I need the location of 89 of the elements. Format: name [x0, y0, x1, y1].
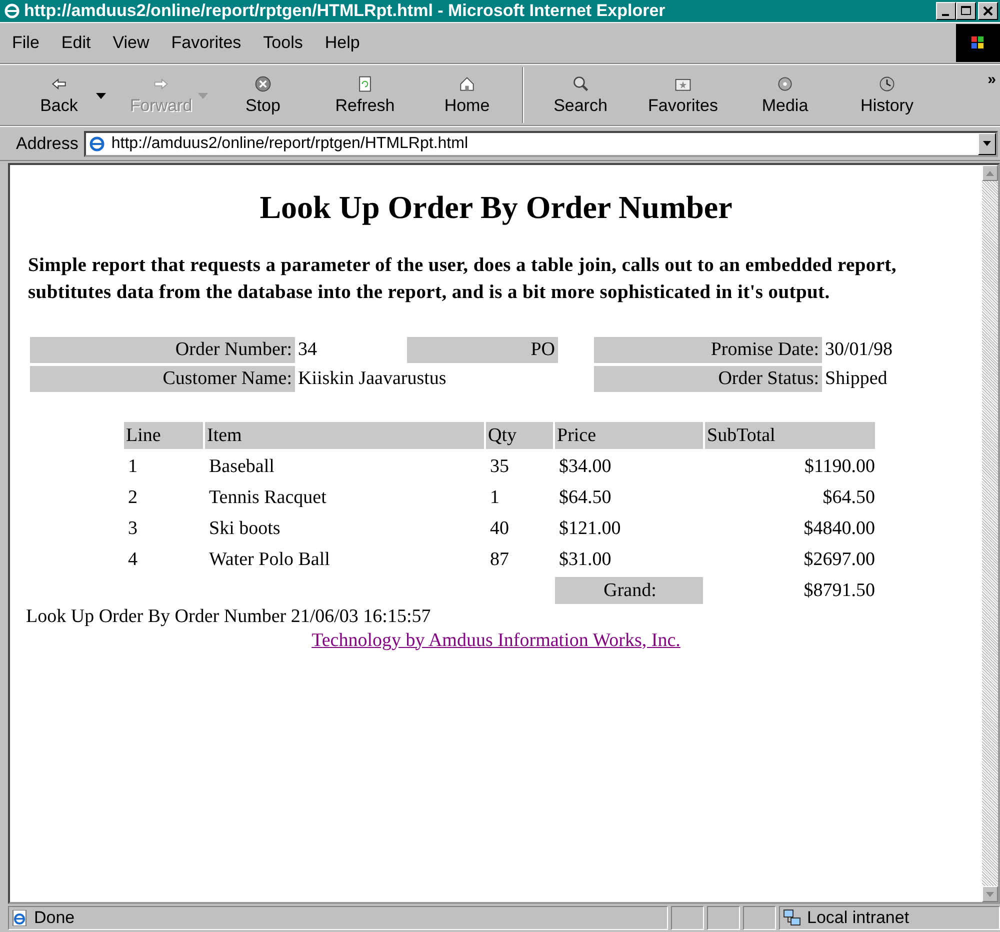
caret-icon: [96, 93, 106, 99]
status-pane: [707, 906, 740, 930]
report-description: Simple report that requests a parameter of the user, does a table join, calls out to an embedded report, subtitutes data from the database into the report, and is a bit more sophisticated in it's output.: [28, 254, 898, 306]
media-icon: [776, 74, 794, 92]
minimize-icon: [942, 14, 948, 16]
scroll-down-button[interactable]: [982, 886, 998, 902]
table-cell-text: 87: [489, 548, 510, 572]
caret-icon: [983, 141, 991, 146]
toolbar-button[interactable]: History: [836, 67, 938, 123]
grand-total-value: $8791.50: [802, 578, 876, 603]
menu-item[interactable]: File: [12, 33, 40, 53]
toolbar-button[interactable]: Refresh: [314, 67, 416, 123]
report-footer: Look Up Order By Order Number 21/06/03 16:15:57: [26, 606, 968, 628]
caret-icon: [198, 93, 208, 99]
address-label: Address: [16, 134, 78, 154]
column-header: SubTotal: [705, 422, 875, 449]
page-icon: [89, 136, 106, 152]
up-arrow-icon: [986, 170, 994, 176]
table-cell-text: Baseball: [208, 454, 276, 479]
close-button[interactable]: [978, 2, 998, 20]
table-cell-text: $2697.00: [802, 548, 876, 572]
toolbar-button[interactable]: Home: [416, 67, 518, 123]
search-icon: [572, 74, 590, 92]
toolbar-button[interactable]: Stop: [212, 67, 314, 123]
toolbar-button[interactable]: Back: [8, 67, 110, 123]
home-icon: [458, 74, 476, 92]
table-cell-text: 2: [127, 486, 138, 510]
refresh-icon: [356, 74, 374, 92]
field-label: Promise Date:: [594, 336, 822, 363]
field-value: Shipped: [824, 366, 888, 391]
table-cell-text: $31.00: [558, 548, 612, 572]
menu-item[interactable]: Favorites: [171, 33, 242, 53]
toolbar-button[interactable]: Search: [522, 67, 632, 123]
status-pane: [671, 906, 704, 930]
security-zone: Local intranet: [807, 908, 910, 928]
table-cell-text: $34.00: [558, 454, 612, 479]
table-cell-text: $64.50: [822, 486, 876, 510]
table-cell-text: Water Polo Ball: [208, 548, 331, 572]
dropdown-button[interactable]: [978, 132, 996, 154]
table-cell-text: Ski boots: [208, 516, 282, 541]
menu-item[interactable]: Edit: [61, 33, 91, 53]
column-header: Line: [124, 422, 203, 449]
menu-item[interactable]: View: [112, 33, 150, 53]
field-label: Order Status:: [594, 366, 822, 392]
column-header: Item: [205, 422, 484, 449]
menu-item[interactable]: Tools: [263, 33, 303, 53]
table-cell-text: $121.00: [558, 516, 622, 541]
field-label: PO: [407, 336, 558, 363]
down-arrow-icon: [986, 892, 994, 896]
field-value: Kiiskin Jaavarustus: [297, 366, 448, 391]
field-label: Order Number:: [30, 336, 295, 363]
close-icon: [982, 5, 994, 17]
address-field[interactable]: http://amduus2/online/report/rptgen/HTMLRpt.html: [84, 130, 998, 156]
grand-total-label: Grand:: [555, 576, 703, 604]
status-pane: [743, 906, 776, 930]
table-cell-text: 1: [127, 454, 138, 479]
history-icon: [878, 74, 896, 92]
network-icon: [783, 909, 801, 927]
report-heading: Look Up Order By Order Number: [258, 189, 734, 226]
table-cell-text: $4840.00: [802, 516, 876, 541]
menu-item[interactable]: Help: [324, 33, 360, 53]
table-cell-text: $1190.00: [803, 454, 876, 479]
browser-icon: [4, 3, 20, 19]
table-cell-text: Tennis Racquet: [208, 486, 328, 510]
maximize-icon: [960, 5, 972, 17]
table-cell-text: 35: [489, 454, 510, 479]
toolbar-button[interactable]: Media: [734, 67, 836, 123]
table-cell-text: 40: [489, 516, 510, 541]
page-icon: [12, 910, 28, 926]
windows-logo-icon: [956, 24, 1000, 62]
field-label: Customer Name:: [30, 366, 295, 392]
scroll-up-button[interactable]: [982, 165, 998, 181]
field-value: 34: [297, 338, 318, 362]
table-cell-text: 3: [127, 516, 138, 541]
minimize-button[interactable]: [936, 2, 956, 20]
status-text: Done: [34, 908, 75, 928]
table-cell-text: $64.50: [558, 486, 612, 510]
window-title: http://amduus2/online/report/rptgen/HTMLRpt.html - Microsoft Internet Explorer: [24, 1, 666, 21]
column-header: Qty: [486, 422, 553, 449]
more-tools-button[interactable]: »: [988, 71, 996, 88]
field-value: 30/01/98: [824, 338, 894, 362]
maximize-button[interactable]: [956, 2, 976, 20]
column-header: Price: [555, 422, 703, 449]
stop-icon: [254, 74, 272, 92]
vertical-scrollbar[interactable]: [982, 165, 998, 902]
credit-link[interactable]: Technology by Amduus Information Works, Inc.: [312, 630, 680, 651]
table-cell-text: 1: [489, 486, 500, 510]
toolbar-button[interactable]: Favorites: [632, 67, 734, 123]
table-cell-text: 4: [127, 548, 138, 572]
